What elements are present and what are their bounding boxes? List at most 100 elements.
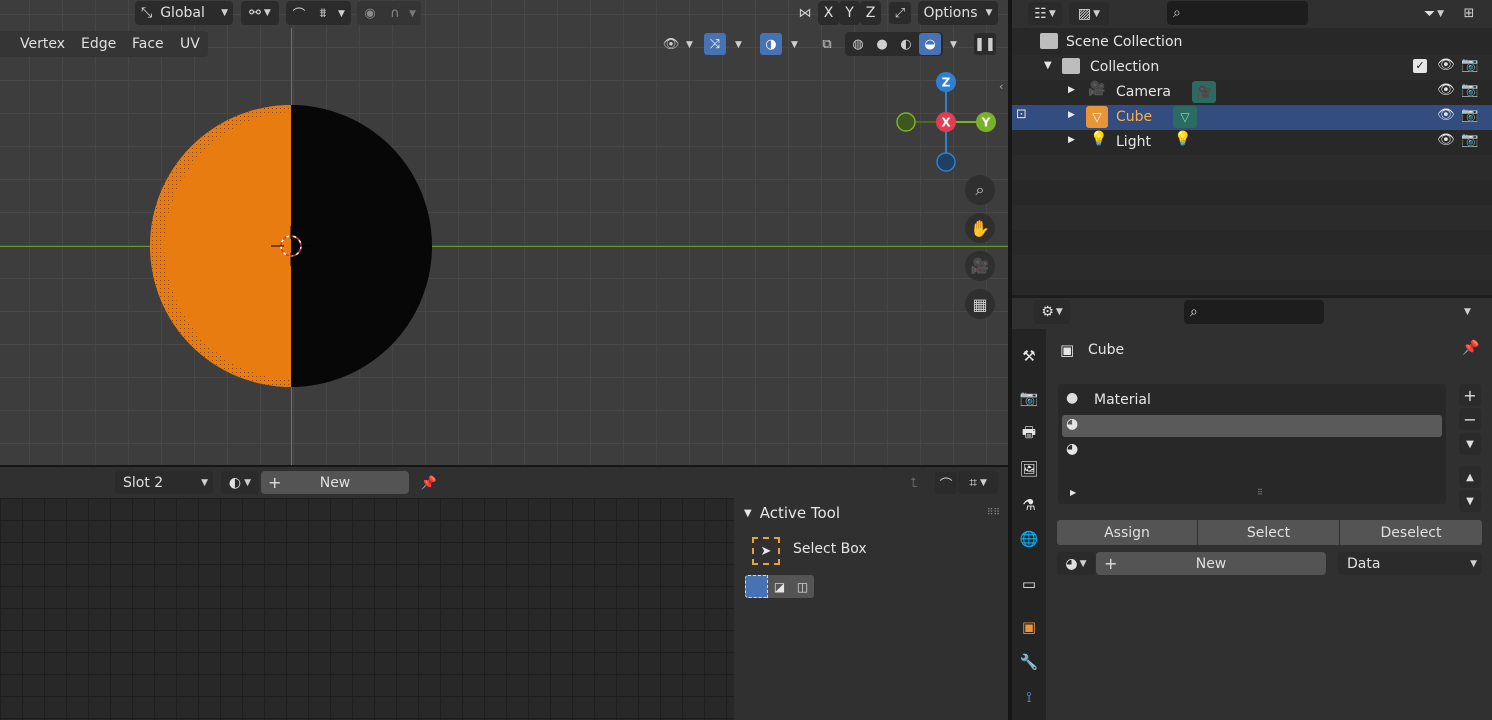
tool-tab-icon[interactable]: ⚒ [1018,345,1040,367]
material-slot-item[interactable]: ◕ [1062,440,1442,462]
mesh-data-icon[interactable]: ▽ [1173,106,1197,128]
mode-set-icon[interactable] [745,575,768,598]
material-browse-button[interactable]: ◕ ▼ [1057,552,1095,575]
auto-merge-icon[interactable]: ⤢ [889,2,911,24]
camera-render-icon[interactable]: 📷 [1461,107,1478,123]
output-tab-icon[interactable]: 🖶 [1018,423,1040,445]
mirror-z-toggle[interactable]: Z [860,1,881,25]
view-layer-tab-icon[interactable]: 🖼 [1018,458,1040,480]
node-editor-canvas[interactable] [0,498,734,720]
falloff-icon[interactable]: ∩ [384,2,406,24]
orientation-dropdown[interactable]: ⤡ Global ▼ [135,1,233,25]
select-button[interactable]: Select [1198,520,1339,545]
overlays-toggle-icon[interactable]: ◑ [760,33,782,55]
camera-render-icon[interactable]: 📷 [1461,57,1478,73]
eye-icon[interactable]: 👁 [1437,57,1455,73]
material-slot-item-active[interactable]: ◕ [1062,415,1442,437]
expand-arrow-icon[interactable]: ▶ [1068,110,1075,120]
add-slot-button[interactable]: + [1459,384,1481,406]
mirror-x-toggle[interactable]: X [818,1,839,25]
assign-button[interactable]: Assign [1057,520,1197,545]
expand-arrow-icon[interactable]: ▼ [1044,60,1052,71]
render-tab-icon[interactable]: 📷 [1018,387,1040,409]
hierarchy-icon[interactable]: ⊡ [1016,107,1027,122]
outliner-row[interactable]: ▼ Collection ✓ 👁 📷 [1012,55,1492,80]
rendered-shading-icon[interactable]: ◒ [919,33,941,55]
new-collection-icon[interactable]: ⊞ [1458,2,1480,24]
camera-view-icon[interactable]: 🎥 [965,251,995,281]
drag-handle-icon[interactable]: ⠿⠿ [987,508,1000,518]
chevron-down-icon[interactable]: ▼ [735,40,742,50]
expand-arrow-icon[interactable]: ▶ [1068,135,1075,145]
mirror-y-toggle[interactable]: Y [839,1,860,25]
outliner-row[interactable]: Scene Collection [1012,30,1492,55]
slot-dropdown[interactable]: Slot 2 ▼ [115,471,213,494]
outliner-row[interactable]: ▶ 💡 Light 💡 👁 📷 [1012,130,1492,155]
outliner-row[interactable]: ▶ 🎥 Camera 🎥 👁 📷 [1012,80,1492,105]
material-browse-button[interactable]: ◐ ▼ [221,471,259,494]
expand-arrow-icon[interactable]: ▶ [1068,85,1075,95]
snap-increment-icon[interactable]: ⩩ [312,2,334,24]
outliner-search-input[interactable]: ⌕ [1167,1,1308,25]
scene-tab-icon[interactable]: ⚗ [1018,494,1040,516]
material-slot-item[interactable]: ● Material [1062,389,1442,411]
proportional-editing-icon[interactable]: ◉ [359,2,381,24]
wireframe-shading-icon[interactable]: ◍ [847,33,869,55]
mirror-icon[interactable]: ⋈ [794,2,816,24]
pause-icon[interactable]: ❚❚ [974,33,996,55]
properties-search-input[interactable]: ⌕ [1184,300,1324,324]
pin-icon[interactable]: 📌 [1462,340,1479,356]
pivot-point-dropdown[interactable]: ⚯ ▼ [241,1,279,25]
eye-icon[interactable]: 👁 [1437,82,1455,98]
camera-render-icon[interactable]: 📷 [1461,82,1478,98]
3d-cursor-icon[interactable] [266,221,316,271]
link-dropdown[interactable]: Data ▼ [1338,552,1482,575]
chevron-down-icon[interactable]: ▼ [791,40,798,50]
select-mode-face[interactable]: Face [132,36,164,52]
resize-handle-icon[interactable]: ⠿ [1257,488,1263,497]
collection-tab-icon[interactable]: ▭ [1018,573,1040,595]
gizmo-toggle-icon[interactable]: ⤨ [704,33,726,55]
navigation-gizmo[interactable]: Z Y X [890,66,1002,178]
deselect-button[interactable]: Deselect [1340,520,1482,545]
camera-data-icon[interactable]: 🎥 [1192,81,1216,103]
material-shading-icon[interactable]: ◐ [895,33,917,55]
pin-icon[interactable]: 📌 [418,472,440,494]
panel-header[interactable]: ▼ Active Tool ⠿⠿ [734,498,1008,528]
new-material-button[interactable]: + New [261,471,409,494]
chevron-down-icon[interactable]: ▼ [686,40,693,50]
hand-pan-icon[interactable]: ✋ [965,213,995,243]
new-material-button[interactable]: + New [1096,552,1326,575]
mode-extend-icon[interactable]: ◪ [768,575,791,598]
modifier-tab-icon[interactable]: 🔧 [1018,651,1040,673]
zoom-icon[interactable]: ⌕ [965,175,995,205]
move-slot-down-button[interactable]: ▼ [1459,490,1481,512]
chevron-down-icon[interactable]: ▼ [409,9,416,19]
chevron-down-icon[interactable]: ▼ [338,9,345,19]
3d-viewport[interactable]: ⤡ Global ▼ ⚯ ▼ ⌒ ⩩ ▼ ◉ ∩ ▼ ⋈ X Y Z ⤢ Opti… [0,0,1008,465]
xray-toggle-icon[interactable]: ⧉ [816,33,838,55]
snap-element-dropdown[interactable]: ⌗ ▼ [958,471,998,494]
move-slot-up-button[interactable]: ▲ [1459,466,1481,488]
snap-toggle-icon[interactable]: ⌒ [288,2,310,24]
expand-arrow-icon[interactable]: ▶ [1070,488,1076,497]
chevron-down-icon[interactable]: ▼ [1464,307,1471,317]
editor-type-dropdown[interactable]: ⚙ ▼ [1034,300,1070,324]
slot-specials-button[interactable]: ▼ [1459,433,1481,455]
remove-slot-button[interactable]: − [1459,408,1481,430]
filter-dropdown[interactable]: ⏷ ▼ [1414,2,1454,25]
world-tab-icon[interactable]: 🌐 [1018,528,1040,550]
ortho-grid-icon[interactable]: ▦ [965,289,995,319]
select-mode-edge[interactable]: Edge [81,36,116,52]
chevron-down-icon[interactable]: ▼ [950,40,957,50]
particles-tab-icon[interactable]: ⟟ [1018,686,1040,708]
select-mode-vertex[interactable]: Vertex [20,36,65,52]
eye-icon[interactable]: 👁 [1437,132,1455,148]
options-dropdown[interactable]: Options ▼ [918,1,998,25]
snap-icon[interactable]: ⌒ [935,472,957,494]
outliner-row-selected[interactable]: ⊡ ▶ ▽ Cube ▽ 👁 📷 [1012,105,1492,130]
mode-subtract-icon[interactable]: ◫ [791,575,814,598]
light-data-icon[interactable]: 💡 [1174,131,1191,147]
camera-render-icon[interactable]: 📷 [1461,132,1478,148]
eye-icon[interactable]: 👁 [1437,107,1455,123]
